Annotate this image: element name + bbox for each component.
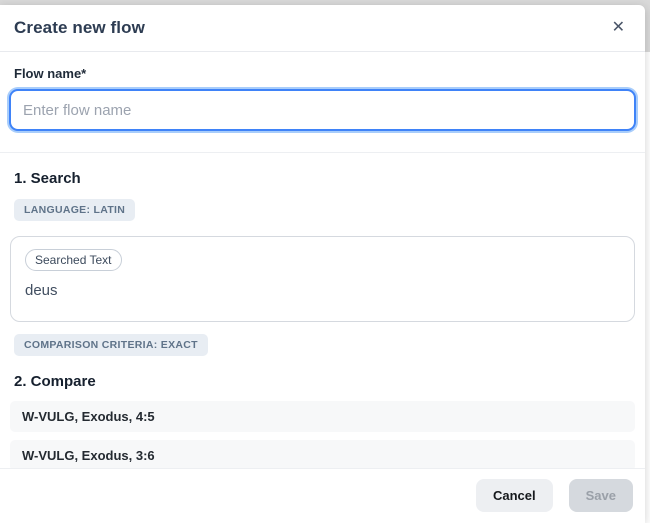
save-button[interactable]: Save (569, 479, 633, 512)
search-section-heading: 1. Search (14, 170, 631, 187)
compare-row[interactable]: W-VULG, Exodus, 4:5 (10, 401, 635, 432)
header-section-divider (0, 152, 645, 153)
modal-footer: Cancel Save (0, 468, 645, 523)
modal-title: Create new flow (14, 18, 145, 38)
comparison-criteria-badge: COMPARISON CRITERIA: EXACT (14, 334, 208, 356)
flow-name-input[interactable] (9, 89, 636, 131)
language-badge: LANGUAGE: LATIN (14, 199, 135, 221)
create-flow-modal: Create new flow ✕ Flow name* 1. Search L… (0, 5, 645, 523)
compare-section-heading: 2. Compare (14, 373, 631, 390)
close-icon[interactable]: ✕ (608, 18, 629, 38)
cancel-button[interactable]: Cancel (476, 479, 553, 512)
compare-row[interactable]: W-VULG, Exodus, 3:6 (10, 440, 635, 468)
searched-text-value: deus (25, 282, 622, 299)
compare-rows: W-VULG, Exodus, 4:5 W-VULG, Exodus, 3:6 (14, 401, 631, 468)
modal-body: Flow name* 1. Search LANGUAGE: LATIN Sea… (0, 52, 645, 468)
searched-text-box: Searched Text deus (10, 236, 635, 322)
flow-name-label: Flow name* (14, 66, 631, 81)
searched-text-chip: Searched Text (25, 249, 122, 271)
modal-header: Create new flow ✕ (0, 5, 645, 52)
